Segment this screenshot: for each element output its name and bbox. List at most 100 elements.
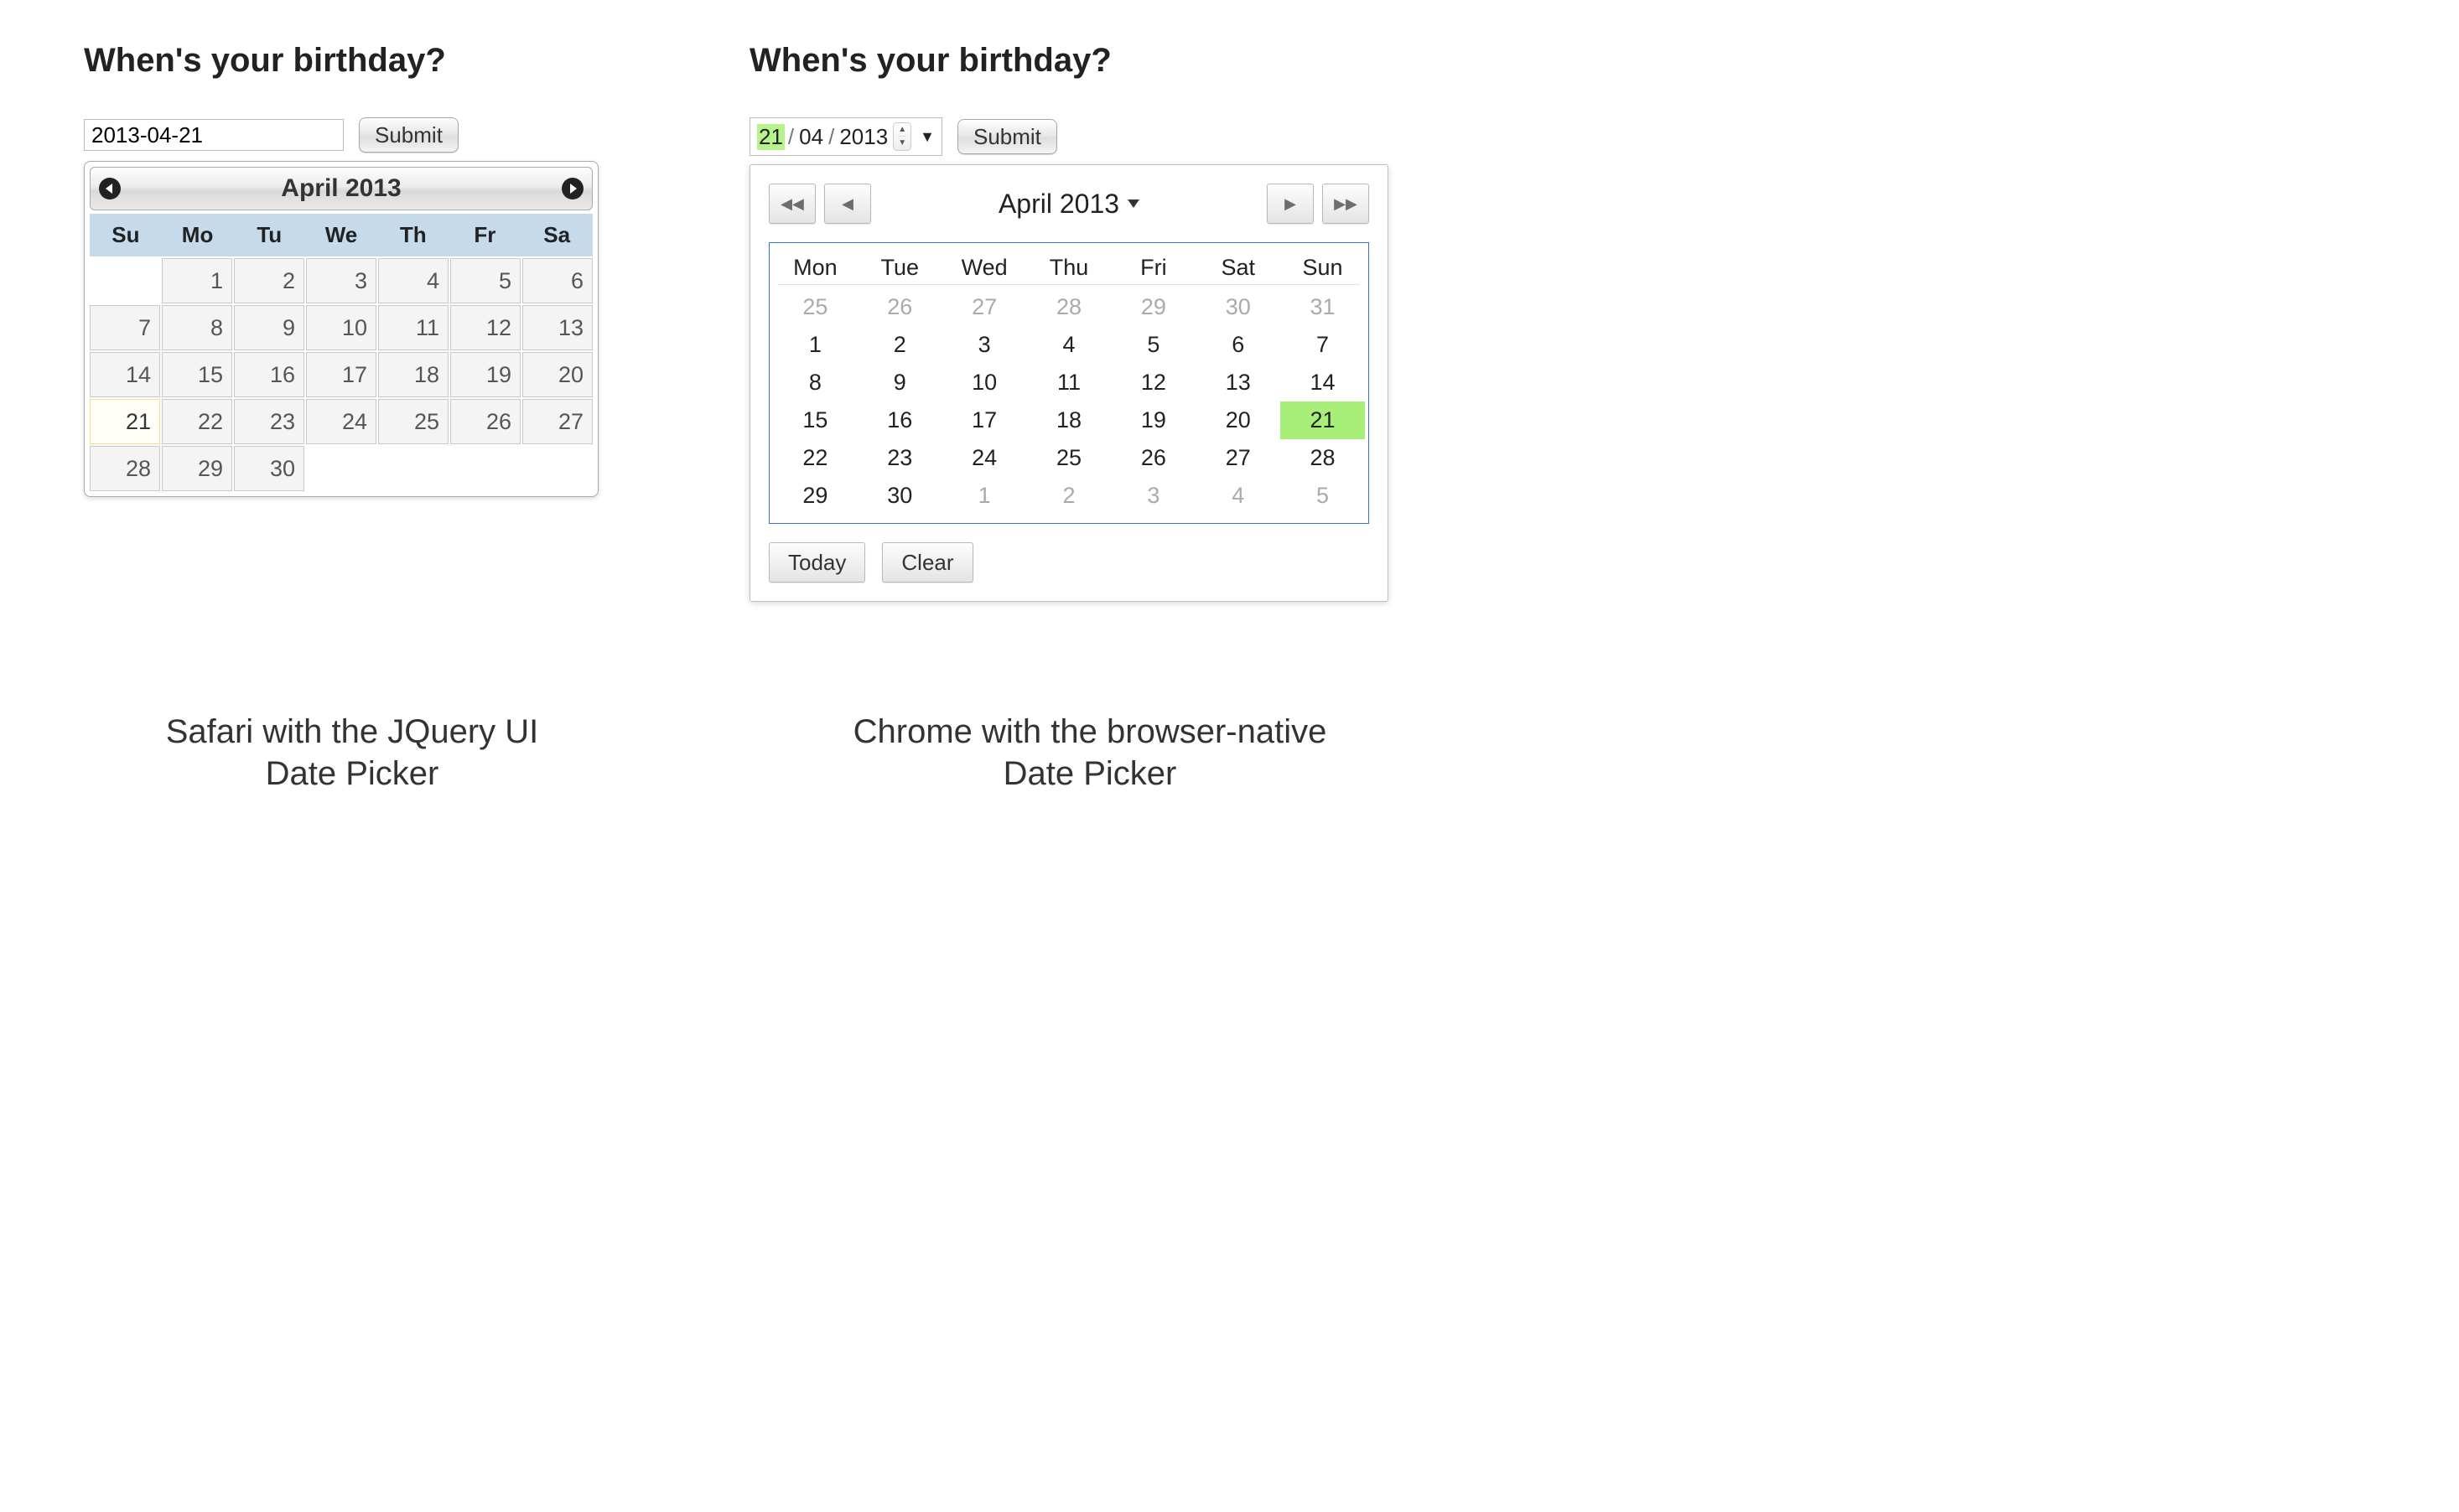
calendar-day[interactable]: 5 — [1280, 477, 1365, 515]
calendar-day[interactable]: 15 — [162, 352, 232, 397]
calendar-day[interactable]: 16 — [858, 401, 942, 439]
calendar-day[interactable]: 24 — [942, 439, 1027, 477]
calendar-day[interactable]: 20 — [522, 352, 593, 397]
calendar-day[interactable]: 8 — [773, 364, 858, 401]
calendar-day[interactable]: 19 — [1111, 401, 1196, 439]
calendar-day[interactable]: 11 — [378, 305, 449, 350]
calendar-day[interactable]: 28 — [1027, 288, 1112, 326]
calendar-day[interactable]: 21 — [90, 399, 160, 444]
calendar-day[interactable]: 6 — [522, 258, 593, 303]
calendar-day[interactable]: 17 — [942, 401, 1027, 439]
next-month-button[interactable] — [562, 178, 584, 199]
calendar-day[interactable]: 29 — [1111, 288, 1196, 326]
calendar-day[interactable]: 12 — [1111, 364, 1196, 401]
calendar-day[interactable]: 30 — [858, 477, 942, 515]
calendar-day[interactable]: 21 — [1280, 401, 1365, 439]
today-button[interactable]: Today — [769, 542, 865, 583]
calendar-day[interactable]: 27 — [1196, 439, 1280, 477]
calendar-day[interactable]: 30 — [234, 446, 304, 491]
calendar-day[interactable]: 22 — [162, 399, 232, 444]
dow-cell: Tue — [858, 248, 942, 284]
dow-cell: Fr — [449, 214, 521, 256]
prev-month-button[interactable]: ◀ — [824, 184, 871, 224]
calendar-day[interactable]: 20 — [1196, 401, 1280, 439]
calendar-day[interactable]: 9 — [858, 364, 942, 401]
calendar-day[interactable]: 10 — [306, 305, 376, 350]
calendar-day[interactable]: 15 — [773, 401, 858, 439]
calendar-day[interactable]: 14 — [90, 352, 160, 397]
calendar-day[interactable]: 18 — [1027, 401, 1112, 439]
calendar-day[interactable]: 13 — [522, 305, 593, 350]
prev-year-button[interactable]: ◀◀ — [769, 184, 816, 224]
calendar-day[interactable]: 1 — [942, 477, 1027, 515]
calendar-day[interactable]: 4 — [378, 258, 449, 303]
date-input-native[interactable]: 21 / 04 / 2013 ▲ ▼ ▼ — [750, 117, 942, 156]
calendar-day[interactable]: 19 — [450, 352, 521, 397]
submit-button[interactable]: Submit — [359, 117, 459, 153]
date-segment-year[interactable]: 2013 — [838, 124, 890, 150]
calendar-day[interactable]: 31 — [1280, 288, 1365, 326]
date-segment-month[interactable]: 04 — [797, 124, 825, 150]
date-input[interactable] — [84, 119, 344, 151]
spinner-up-icon[interactable]: ▲ — [898, 123, 906, 137]
calendar-day[interactable]: 5 — [1111, 326, 1196, 364]
calendar-day[interactable]: 26 — [1111, 439, 1196, 477]
submit-button[interactable]: Submit — [957, 119, 1057, 154]
calendar-day[interactable]: 3 — [306, 258, 376, 303]
calendar-day[interactable]: 29 — [773, 477, 858, 515]
dow-cell: Fri — [1111, 248, 1196, 284]
spinner-control[interactable]: ▲ ▼ — [893, 122, 911, 151]
calendar-day[interactable]: 23 — [858, 439, 942, 477]
calendar-day[interactable]: 28 — [90, 446, 160, 491]
calendar-day[interactable]: 7 — [1280, 326, 1365, 364]
calendar-day[interactable]: 27 — [942, 288, 1027, 326]
calendar-day[interactable]: 4 — [1027, 326, 1112, 364]
heading-right: When's your birthday? — [750, 42, 1388, 80]
month-year-dropdown[interactable]: April 2013 — [999, 189, 1139, 220]
calendar-day[interactable]: 25 — [378, 399, 449, 444]
calendar-day[interactable]: 22 — [773, 439, 858, 477]
date-segment-day[interactable]: 21 — [757, 124, 785, 150]
calendar-day[interactable]: 6 — [1196, 326, 1280, 364]
clear-button[interactable]: Clear — [882, 542, 973, 583]
calendar-day[interactable]: 27 — [522, 399, 593, 444]
calendar-day[interactable]: 17 — [306, 352, 376, 397]
calendar-day[interactable]: 26 — [450, 399, 521, 444]
calendar-day[interactable]: 29 — [162, 446, 232, 491]
calendar-day[interactable]: 2 — [1027, 477, 1112, 515]
calendar-day[interactable]: 25 — [773, 288, 858, 326]
calendar-day[interactable]: 28 — [1280, 439, 1365, 477]
calendar-day[interactable]: 11 — [1027, 364, 1112, 401]
calendar-day[interactable]: 18 — [378, 352, 449, 397]
calendar-day[interactable]: 9 — [234, 305, 304, 350]
calendar-day[interactable]: 16 — [234, 352, 304, 397]
dow-cell: We — [305, 214, 377, 256]
calendar-day[interactable]: 30 — [1196, 288, 1280, 326]
calendar-day[interactable]: 10 — [942, 364, 1027, 401]
calendar-day[interactable]: 4 — [1196, 477, 1280, 515]
prev-month-button[interactable] — [99, 178, 121, 199]
calendar-day[interactable]: 25 — [1027, 439, 1112, 477]
calendar-day[interactable]: 1 — [773, 326, 858, 364]
calendar-day[interactable]: 23 — [234, 399, 304, 444]
calendar-day[interactable]: 3 — [1111, 477, 1196, 515]
spinner-down-icon[interactable]: ▼ — [898, 137, 906, 150]
calendar-day[interactable]: 7 — [90, 305, 160, 350]
calendar-day[interactable]: 2 — [234, 258, 304, 303]
calendar-day[interactable]: 8 — [162, 305, 232, 350]
next-year-button[interactable]: ▶▶ — [1322, 184, 1369, 224]
calendar-day[interactable]: 2 — [858, 326, 942, 364]
dropdown-icon[interactable]: ▼ — [920, 128, 935, 146]
calendar-day[interactable]: 1 — [162, 258, 232, 303]
calendar-day[interactable]: 24 — [306, 399, 376, 444]
calendar-day[interactable]: 12 — [450, 305, 521, 350]
calendar-day[interactable]: 3 — [942, 326, 1027, 364]
calendar-day[interactable]: 14 — [1280, 364, 1365, 401]
next-month-button[interactable]: ▶ — [1267, 184, 1314, 224]
calendar-day[interactable]: 5 — [450, 258, 521, 303]
calendar-day[interactable]: 13 — [1196, 364, 1280, 401]
chevron-right-icon — [570, 184, 577, 194]
day-of-week-header: SuMoTuWeThFrSa — [90, 214, 593, 256]
calendar-day[interactable]: 26 — [858, 288, 942, 326]
month-year-title: April 2013 — [281, 174, 401, 203]
